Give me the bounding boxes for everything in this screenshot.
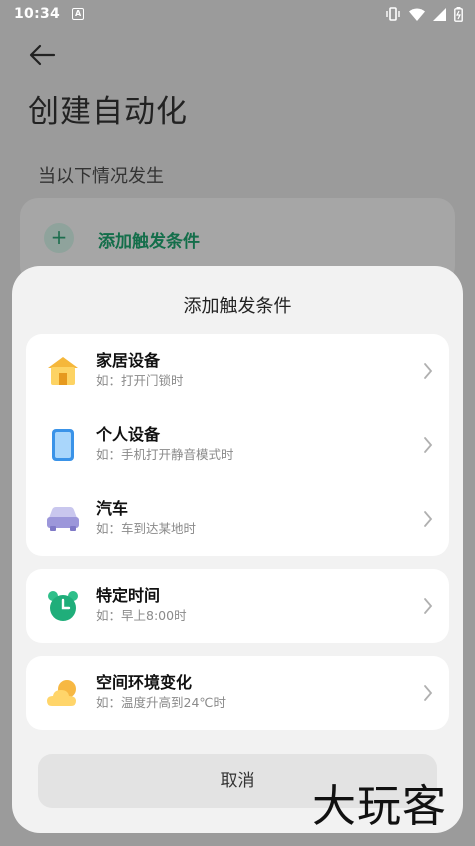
trigger-group-environment: 空间环境变化 如：温度升高到24℃时 [26, 656, 449, 730]
trigger-option-specific-time[interactable]: 特定时间 如：早上8:00时 [26, 569, 449, 643]
battery-icon [454, 6, 463, 22]
phone-icon [46, 428, 80, 462]
trigger-group-time: 特定时间 如：早上8:00时 [26, 569, 449, 643]
section-label: 当以下情况发生 [38, 166, 164, 187]
add-trigger-label: 添加触发条件 [98, 232, 200, 252]
weather-icon [46, 676, 80, 710]
option-subtitle: 如：手机打开静音模式时 [96, 447, 234, 462]
status-time: 10:34 [14, 6, 61, 22]
option-title: 空间环境变化 [96, 673, 193, 692]
home-icon [46, 354, 80, 388]
option-subtitle: 如：温度升高到24℃时 [96, 695, 226, 710]
trigger-option-personal-devices[interactable]: 个人设备 如：手机打开静音模式时 [26, 408, 449, 482]
signal-icon [433, 7, 446, 21]
wifi-icon [409, 8, 425, 21]
chevron-right-icon [424, 598, 433, 614]
chevron-right-icon [424, 363, 433, 379]
chevron-right-icon [424, 685, 433, 701]
chevron-right-icon [424, 511, 433, 527]
option-title: 家居设备 [96, 351, 161, 370]
alarm-clock-icon [46, 589, 80, 623]
status-bar: 10:34 A [0, 0, 475, 28]
option-title: 特定时间 [96, 586, 161, 605]
add-trigger-sheet: 添加触发条件 家居设备 如：打开门锁时 个人设备 如：手机打开静音模式时 汽车 … [12, 266, 463, 833]
chevron-right-icon [424, 437, 433, 453]
trigger-option-environment-change[interactable]: 空间环境变化 如：温度升高到24℃时 [26, 656, 449, 730]
page-title: 创建自动化 [28, 94, 188, 130]
option-title: 个人设备 [96, 425, 161, 444]
back-arrow-icon[interactable] [28, 42, 56, 68]
trigger-option-home-devices[interactable]: 家居设备 如：打开门锁时 [26, 334, 449, 408]
vibrate-icon [386, 7, 400, 21]
option-subtitle: 如：早上8:00时 [96, 608, 187, 623]
car-icon [46, 502, 80, 536]
plus-icon: + [44, 223, 74, 253]
trigger-group-devices: 家居设备 如：打开门锁时 个人设备 如：手机打开静音模式时 汽车 如：车到达某地… [26, 334, 449, 556]
sheet-title: 添加触发条件 [183, 296, 292, 317]
option-title: 汽车 [96, 499, 129, 518]
option-subtitle: 如：打开门锁时 [96, 373, 184, 388]
app-notification-icon: A [72, 8, 85, 20]
trigger-option-car[interactable]: 汽车 如：车到达某地时 [26, 482, 449, 556]
watermark-logo: 大玩客 [312, 781, 447, 832]
option-subtitle: 如：车到达某地时 [96, 521, 197, 536]
